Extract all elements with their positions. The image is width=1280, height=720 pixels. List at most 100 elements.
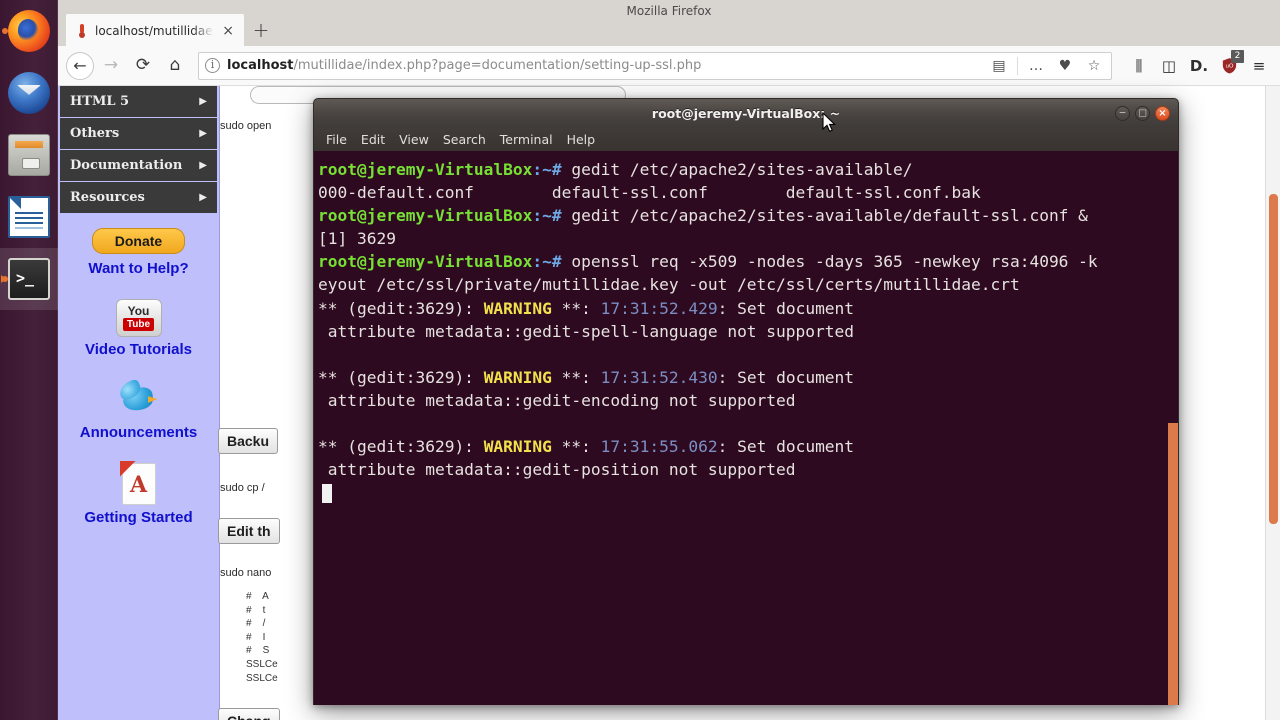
shell-tilde: :~# (532, 206, 562, 226)
shell-tilde: :~# (532, 252, 562, 272)
library-icon[interactable]: ⫼ (1126, 53, 1152, 79)
video-tutorials-link[interactable]: Video Tutorials (58, 341, 219, 358)
launcher-item-firefox[interactable] (0, 0, 58, 62)
terminal-line: eyout /etc/ssl/private/mutillidae.key -o… (318, 275, 1020, 295)
url-host: localhost (227, 58, 294, 73)
ubuntu-desktop: >_ Mozilla Firefox localhost/mutillidae/… (0, 0, 1280, 720)
menu-edit[interactable]: Edit (361, 132, 385, 147)
firefox-navbar: ← → ⟳ ⌂ i localhost/mutillidae/index.php… (58, 46, 1280, 86)
video-tutorials-promo[interactable]: You Tube Video Tutorials (58, 299, 219, 358)
announcements-promo[interactable]: Announcements (58, 378, 219, 441)
terminal-window[interactable]: root@jeremy-VirtualBox: ~ − □ × File Edi… (313, 98, 1179, 705)
sidebar-item-documentation[interactable]: Documentation ▶ (60, 150, 217, 182)
url-bar[interactable]: i localhost/mutillidae/index.php?page=do… (198, 51, 1112, 80)
new-tab-button[interactable]: + (244, 14, 278, 46)
url-text: localhost/mutillidae/index.php?page=docu… (227, 58, 981, 73)
change-heading: Chang (218, 708, 280, 720)
dashlane-icon[interactable]: D. (1186, 53, 1212, 79)
page-scrollbar[interactable] (1265, 86, 1280, 720)
home-button[interactable]: ⌂ (160, 51, 190, 81)
edit-heading: Edit th (218, 518, 280, 544)
conf-line: # I (246, 631, 266, 643)
tab-mutillidae[interactable]: localhost/mutillidae/ind × (66, 14, 244, 46)
getting-started-link[interactable]: Getting Started (58, 509, 219, 526)
launcher-item-writer[interactable] (0, 186, 58, 248)
youtube-you-text: You (127, 304, 150, 318)
warning-mid: **: (551, 437, 601, 457)
conf-line: SSLCe (246, 658, 278, 670)
terminal-output[interactable]: root@jeremy-VirtualBox:~# gedit /etc/apa… (313, 151, 1179, 705)
sidebar-item-html5[interactable]: HTML 5 ▶ (60, 86, 217, 118)
chevron-right-icon: ▶ (199, 128, 207, 139)
sidebar-item-label: Documentation (70, 158, 183, 173)
donate-button[interactable]: Donate (91, 228, 186, 254)
sidebars-icon[interactable]: ◫ (1156, 53, 1182, 79)
shell-tilde: :~# (532, 160, 562, 179)
favicon-icon (75, 24, 89, 38)
unity-launcher: >_ (0, 0, 58, 720)
terminal-icon-glyph: >_ (16, 269, 35, 287)
sidebar-item-resources[interactable]: Resources ▶ (60, 182, 217, 214)
ublock-origin-icon[interactable]: uO 2 (1216, 49, 1244, 79)
terminal-line: root@jeremy-VirtualBox:~# gedit /etc/apa… (318, 204, 1178, 227)
tab-close-icon[interactable]: × (220, 24, 236, 38)
getting-started-promo[interactable]: A Getting Started (58, 463, 219, 526)
youtube-tube-text: Tube (122, 318, 155, 331)
close-button[interactable]: × (1155, 106, 1170, 121)
sidebar-item-label: HTML 5 (70, 94, 130, 109)
terminal-line: ** (gedit:3629): WARNING **: 17:31:52.43… (318, 366, 1178, 389)
reader-mode-icon[interactable]: ▤ (988, 55, 1010, 77)
site-info-icon[interactable]: i (205, 58, 220, 73)
pdf-glyph: A (129, 472, 148, 498)
maximize-button[interactable]: □ (1135, 106, 1150, 121)
want-to-help-link[interactable]: Want to Help? (58, 260, 219, 277)
warning-suffix: : Set document (717, 298, 855, 318)
shell-command: openssl req -x509 -nodes -days 365 -newk… (561, 252, 1098, 272)
launcher-item-thunderbird[interactable] (0, 62, 58, 124)
close-glyph: × (1158, 107, 1167, 119)
sidebar-menu: HTML 5 ▶ Others ▶ Documentation ▶ Resour… (58, 86, 219, 214)
chevron-right-icon: ▶ (199, 96, 207, 107)
reload-button[interactable]: ⟳ (128, 51, 158, 81)
shell-command: gedit /etc/apache2/sites-available/defau… (561, 206, 1088, 226)
menu-terminal[interactable]: Terminal (500, 132, 553, 147)
conf-line: # A (246, 591, 269, 602)
page-scrollbar-thumb[interactable] (1269, 194, 1278, 524)
page-actions-icon[interactable]: … (1025, 55, 1047, 77)
launcher-item-files[interactable] (0, 124, 58, 186)
warning-mid: **: (551, 298, 601, 318)
terminal-line: attribute metadata::gedit-spell-language… (318, 321, 855, 341)
bookmark-star-icon[interactable]: ☆ (1083, 55, 1105, 77)
minimize-button[interactable]: − (1115, 106, 1130, 121)
menu-help[interactable]: Help (567, 132, 596, 147)
forward-button[interactable]: → (96, 51, 126, 81)
terminal-scrollbar[interactable] (1168, 151, 1178, 705)
shell-prompt: root@jeremy-VirtualBox (318, 160, 533, 179)
conf-line: SSLCe (246, 672, 278, 684)
warning-label: WARNING (483, 298, 552, 318)
terminal-titlebar[interactable]: root@jeremy-VirtualBox: ~ − □ × (313, 98, 1179, 128)
menu-view[interactable]: View (399, 132, 429, 147)
warning-suffix: : Set document (717, 367, 855, 387)
mouse-cursor (822, 111, 836, 133)
shield-icon[interactable]: ♥ (1054, 55, 1076, 77)
tab-title: localhost/mutillidae/ind (95, 24, 214, 38)
warning-label: WARNING (483, 437, 552, 457)
libreoffice-writer-icon (8, 196, 50, 238)
ssl-conf-lines: # A # t # / # I # S SSLCe SSLCe (246, 590, 278, 685)
nano-command-text: sudo nano (220, 567, 272, 579)
warning-timestamp: 17:31:52.430 (600, 367, 718, 387)
shell-command: gedit /etc/apache2/sites-available/ (561, 160, 913, 179)
back-button[interactable]: ← (66, 51, 94, 80)
menu-search[interactable]: Search (443, 132, 486, 147)
mutillidae-sidebar: HTML 5 ▶ Others ▶ Documentation ▶ Resour… (58, 86, 220, 720)
announcements-link[interactable]: Announcements (58, 424, 219, 441)
menu-icon[interactable]: ≡ (1246, 53, 1272, 79)
terminal-line: root@jeremy-VirtualBox:~# gedit /etc/apa… (318, 158, 1178, 181)
terminal-line: 000-default.conf default-ssl.conf defaul… (318, 183, 981, 203)
sidebar-item-others[interactable]: Others ▶ (60, 118, 217, 150)
menu-file[interactable]: File (326, 132, 347, 147)
terminal-scrollbar-thumb[interactable] (1168, 423, 1178, 705)
launcher-item-terminal[interactable]: >_ (0, 248, 58, 310)
